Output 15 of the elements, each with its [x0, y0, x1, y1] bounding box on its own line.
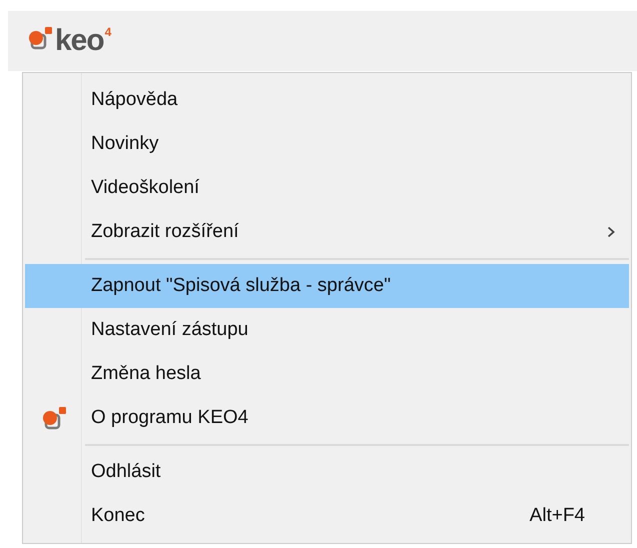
menu-item[interactable]: Změna hesla: [25, 352, 629, 396]
logo-superscript: 4: [104, 26, 112, 38]
logo-text: keo: [55, 26, 104, 56]
menu-item[interactable]: Nastavení zástupu: [25, 308, 629, 352]
menu-item[interactable]: Odhlásit: [25, 450, 629, 494]
chevron-right-icon: [607, 226, 615, 238]
menu-item[interactable]: Videoškolení: [25, 166, 629, 210]
menu-item[interactable]: Zapnout "Spisová služba - správce": [25, 264, 629, 308]
menu-item[interactable]: Zobrazit rozšíření: [25, 210, 629, 254]
logo-icon: [28, 26, 54, 50]
menu-item[interactable]: O programu KEO4: [25, 396, 629, 440]
menu-item[interactable]: Novinky: [25, 122, 629, 166]
menu-item[interactable]: Nápověda: [25, 78, 629, 122]
app-icon: [42, 406, 68, 430]
menu-item[interactable]: Konec Alt+F4: [25, 494, 629, 538]
